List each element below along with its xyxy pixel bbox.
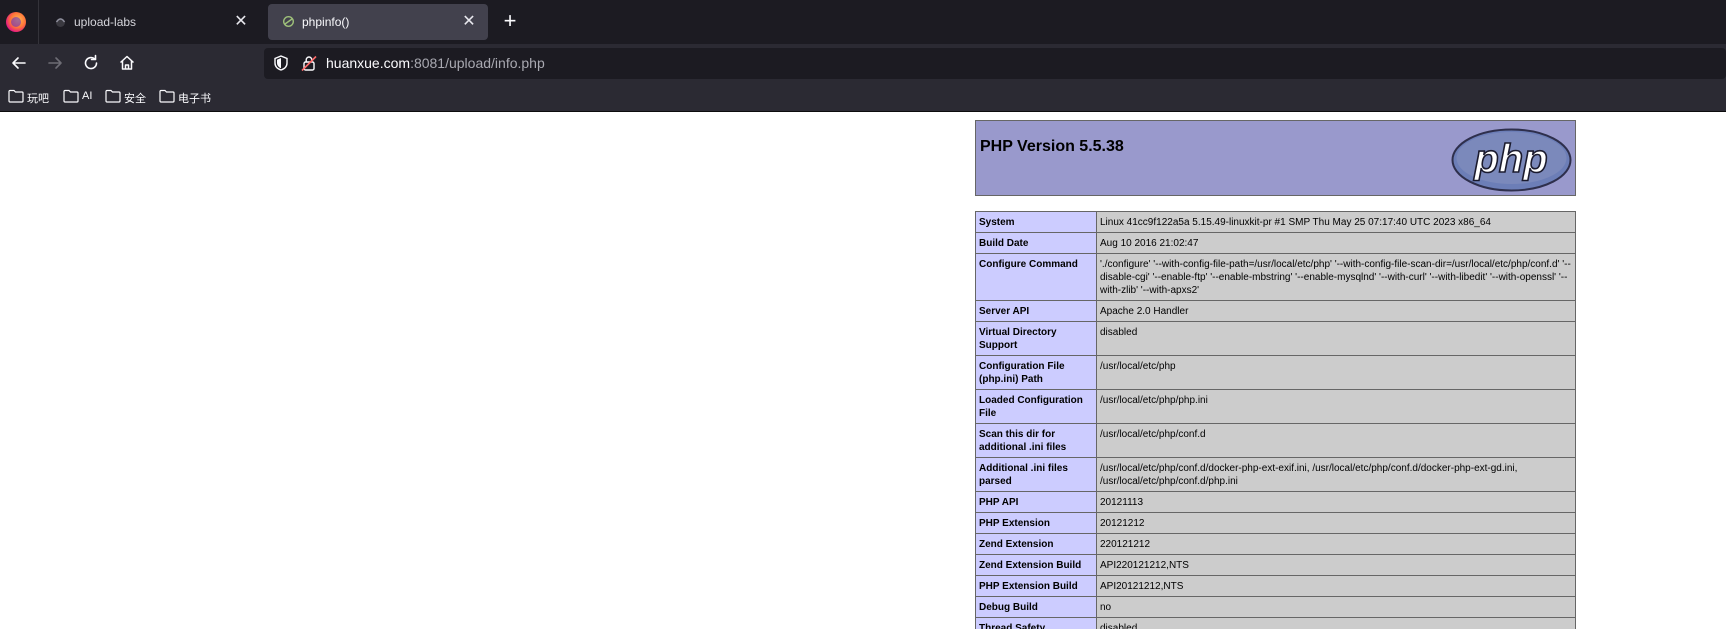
info-key: PHP API	[975, 491, 1097, 513]
back-arrow-icon[interactable]	[6, 50, 32, 76]
info-value: 220121212	[1096, 533, 1576, 555]
info-key: Server API	[975, 300, 1097, 322]
plus-icon[interactable]: +	[498, 10, 522, 34]
info-value: /usr/local/etc/php/php.ini	[1096, 389, 1576, 424]
php-version-header: PHP Version 5.5.38 php	[975, 120, 1576, 196]
info-value: Linux 41cc9f122a5a 5.15.49-linuxkit-pr #…	[1096, 211, 1576, 233]
folder-icon	[63, 89, 79, 103]
info-value: Aug 10 2016 21:02:47	[1096, 232, 1576, 254]
info-value: /usr/local/etc/php/conf.d/docker-php-ext…	[1096, 457, 1576, 492]
bookmark-label: 电子书	[178, 93, 211, 105]
home-icon[interactable]	[114, 50, 140, 76]
url-bar[interactable]: huanxue.com:8081/upload/info.php	[264, 48, 1726, 79]
info-key: Virtual Directory Support	[975, 321, 1097, 356]
bookmark-label: 安全	[124, 93, 146, 105]
info-value: Apache 2.0 Handler	[1096, 300, 1576, 322]
php-logo-text: php	[1473, 137, 1547, 181]
info-key: Build Date	[975, 232, 1097, 254]
firefox-logo-icon[interactable]	[6, 12, 26, 32]
close-icon[interactable]: ✕	[460, 13, 478, 31]
php-info-body: System Linux 41cc9f122a5a 5.15.49-linuxki…	[975, 211, 1576, 629]
table-row: Configuration File (php.ini) Path/usr/lo…	[975, 355, 1576, 390]
info-key: Loaded Configuration File	[975, 389, 1097, 424]
table-row: Zend Extension Build API220121212,NTS	[975, 554, 1576, 576]
tab-bar: upload-labs ✕ phpinfo() ✕ +	[0, 0, 1726, 44]
lock-icon[interactable]	[300, 54, 318, 72]
info-key: Zend Extension Build	[975, 554, 1097, 576]
table-row: Debug Build no	[975, 596, 1576, 618]
table-row: Server API Apache 2.0 Handler	[975, 300, 1576, 322]
info-key: Scan this dir for additional .ini files	[975, 423, 1097, 458]
info-value: disabled	[1096, 617, 1576, 629]
table-row: PHP API 20121113	[975, 491, 1576, 513]
bookmarks-toolbar: 玩吧 AI 安全 电子书	[0, 81, 1726, 112]
table-row: Scan this dir for additional .ini files /…	[975, 423, 1576, 458]
info-value: API20121212,NTS	[1096, 575, 1576, 597]
site-favicon-icon	[55, 18, 66, 27]
url-path: :8081/upload/info.php	[410, 55, 545, 71]
php-info-table: System Linux 41cc9f122a5a 5.15.49-linuxki…	[975, 211, 1576, 629]
info-key: Configuration File (php.ini) Path	[975, 355, 1097, 390]
info-key: PHP Extension	[975, 512, 1097, 534]
info-key: Additional .ini files parsed	[975, 457, 1097, 492]
tab-upload-labs[interactable]: upload-labs ✕	[40, 4, 260, 40]
table-row: PHP Extension Build API20121212,NTS	[975, 575, 1576, 597]
table-row: Loaded Configuration File/usr/local/etc/…	[975, 389, 1576, 424]
shield-icon[interactable]	[272, 54, 290, 72]
folder-icon	[105, 89, 121, 103]
info-key: Debug Build	[975, 596, 1097, 618]
url-host: huanxue.com	[326, 55, 411, 71]
folder-icon	[159, 89, 175, 103]
table-row: Additional .ini files parsed/usr/local/e…	[975, 457, 1576, 492]
url-text[interactable]: huanxue.com:8081/upload/info.php	[326, 55, 545, 71]
reload-icon[interactable]	[78, 50, 104, 76]
info-value: /usr/local/etc/php/conf.d	[1096, 423, 1576, 458]
navigation-toolbar: huanxue.com:8081/upload/info.php	[0, 44, 1726, 81]
table-row: Thread Safety disabled	[975, 617, 1576, 629]
info-value: 20121212	[1096, 512, 1576, 534]
info-key: Zend Extension	[975, 533, 1097, 555]
loading-favicon-icon	[282, 15, 295, 28]
php-logo: php	[1451, 128, 1572, 192]
close-icon[interactable]: ✕	[232, 13, 250, 31]
table-row: Build Date Aug 10 2016 21:02:47	[975, 232, 1576, 254]
info-key: System	[975, 211, 1097, 233]
info-value: API220121212,NTS	[1096, 554, 1576, 576]
info-key: Configure Command	[975, 253, 1097, 301]
info-key: PHP Extension Build	[975, 575, 1097, 597]
table-row: Virtual Directory Support disabled	[975, 321, 1576, 356]
table-row: Configure Command './configure' '--with-c…	[975, 253, 1576, 301]
table-row: PHP Extension 20121212	[975, 512, 1576, 534]
bookmark-label: AI	[82, 90, 93, 102]
info-key: Thread Safety	[975, 617, 1097, 629]
tab-separator	[38, 0, 39, 44]
table-row: System Linux 41cc9f122a5a 5.15.49-linuxki…	[975, 211, 1576, 233]
table-row: Zend Extension 220121212	[975, 533, 1576, 555]
info-value: './configure' '--with-config-file-path=/…	[1096, 253, 1576, 301]
info-value: 20121113	[1096, 491, 1576, 513]
page-title: PHP Version 5.5.38	[980, 138, 1124, 155]
folder-icon	[8, 89, 24, 103]
tab-title: upload-labs	[74, 15, 137, 29]
tab-phpinfo[interactable]: phpinfo() ✕	[268, 4, 488, 40]
bookmark-label: 玩吧	[27, 93, 49, 105]
tab-title: phpinfo()	[302, 15, 350, 29]
info-value: /usr/local/etc/php	[1096, 355, 1576, 390]
info-value: disabled	[1096, 321, 1576, 356]
info-value: no	[1096, 596, 1576, 618]
forward-arrow-icon[interactable]	[42, 50, 68, 76]
